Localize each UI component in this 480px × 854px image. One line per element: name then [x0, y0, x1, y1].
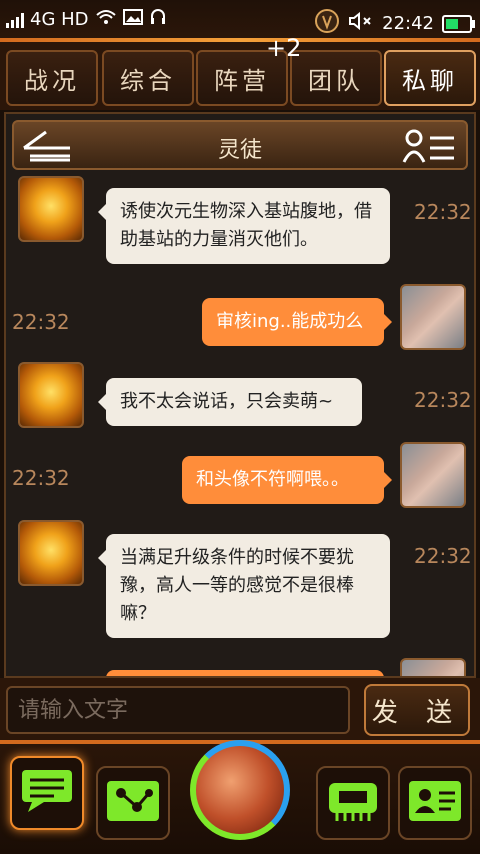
message-time: 22:32: [414, 388, 472, 412]
message-time: 22:32: [12, 466, 70, 490]
status-bar: 4G HD 22:42: [0, 0, 480, 38]
chat-header: 灵徒: [12, 120, 468, 170]
message-text: 当满足升级条件的时候不要犹豫，高人一等的感觉不是很棒嘛？: [120, 547, 354, 624]
tab-label: 私聊: [402, 66, 458, 95]
avatar[interactable]: [18, 362, 84, 428]
chat-nav-button[interactable]: [10, 756, 84, 830]
tab-label: 战况: [24, 66, 80, 95]
tab-bar: 战况 综合 阵营 团队 私聊 +2: [0, 34, 480, 110]
device-nav-button[interactable]: [316, 766, 390, 840]
message-bubble: 诱使次元生物深入基站腹地，借助基站的力量消灭他们。: [98, 188, 390, 264]
message-input[interactable]: [6, 686, 350, 734]
chat-icon: [18, 766, 76, 820]
avatar[interactable]: [18, 520, 84, 586]
message-bubble: 我不太会说话，只会卖萌~: [98, 378, 362, 426]
message-text: 我不太会说话，只会卖萌~: [120, 391, 334, 412]
message-bubble: 和头像不符啊喂。。: [182, 456, 392, 504]
tab-general[interactable]: 综合: [102, 50, 194, 106]
avatar[interactable]: [400, 658, 466, 676]
bottom-nav: [0, 740, 480, 854]
profile-card-icon: [407, 779, 463, 827]
profile-nav-button[interactable]: [398, 766, 472, 840]
contact-list-icon[interactable]: [402, 128, 458, 164]
battery-icon: [442, 14, 475, 33]
network-nav-button[interactable]: [96, 766, 170, 840]
message-time: 22:32: [12, 310, 70, 334]
message-bubble: [106, 670, 384, 676]
message-text: 诱使次元生物深入基站腹地，借助基站的力量消灭他们。: [120, 201, 372, 250]
message-time: 22:32: [414, 200, 472, 224]
unread-badge: +2: [266, 34, 302, 62]
message-time: 22:32: [414, 544, 472, 568]
network-type: 4G HD: [30, 9, 89, 30]
message-bubble: 审核ing..能成功么: [202, 298, 392, 346]
send-button[interactable]: 发 送: [364, 684, 470, 736]
tab-private[interactable]: 私聊: [384, 50, 476, 106]
tab-label: 综合: [120, 66, 176, 95]
tab-team[interactable]: 团队: [290, 50, 382, 106]
avatar[interactable]: [18, 176, 84, 242]
headset-icon: [149, 8, 167, 31]
message-text: 审核ing..能成功么: [216, 311, 364, 332]
tab-label: 团队: [308, 66, 364, 95]
device-icon: [325, 779, 381, 827]
avatar[interactable]: [400, 284, 466, 350]
input-row: 发 送: [0, 678, 480, 740]
wifi-icon: [95, 9, 117, 30]
tab-label: 阵营: [214, 66, 270, 95]
message-text: 和头像不符啊喂。。: [196, 469, 349, 490]
message-bubble: 当满足升级条件的时候不要犹豫，高人一等的感觉不是很棒嘛？: [98, 534, 390, 638]
globe-button[interactable]: [190, 740, 290, 840]
share-icon: [105, 779, 161, 827]
clock-time: 22:42: [382, 13, 434, 34]
chat-panel: 灵徒 诱使次元生物深入基站腹地，借助基站的力量消灭他们。 22:32 审核ing…: [4, 112, 476, 678]
image-icon: [122, 9, 143, 30]
tab-battle[interactable]: 战况: [6, 50, 98, 106]
coin-icon: [314, 8, 340, 39]
signal-icon: [6, 12, 24, 28]
mute-icon: [348, 11, 374, 35]
chat-title: 灵徒: [217, 138, 262, 163]
avatar[interactable]: [400, 442, 466, 508]
